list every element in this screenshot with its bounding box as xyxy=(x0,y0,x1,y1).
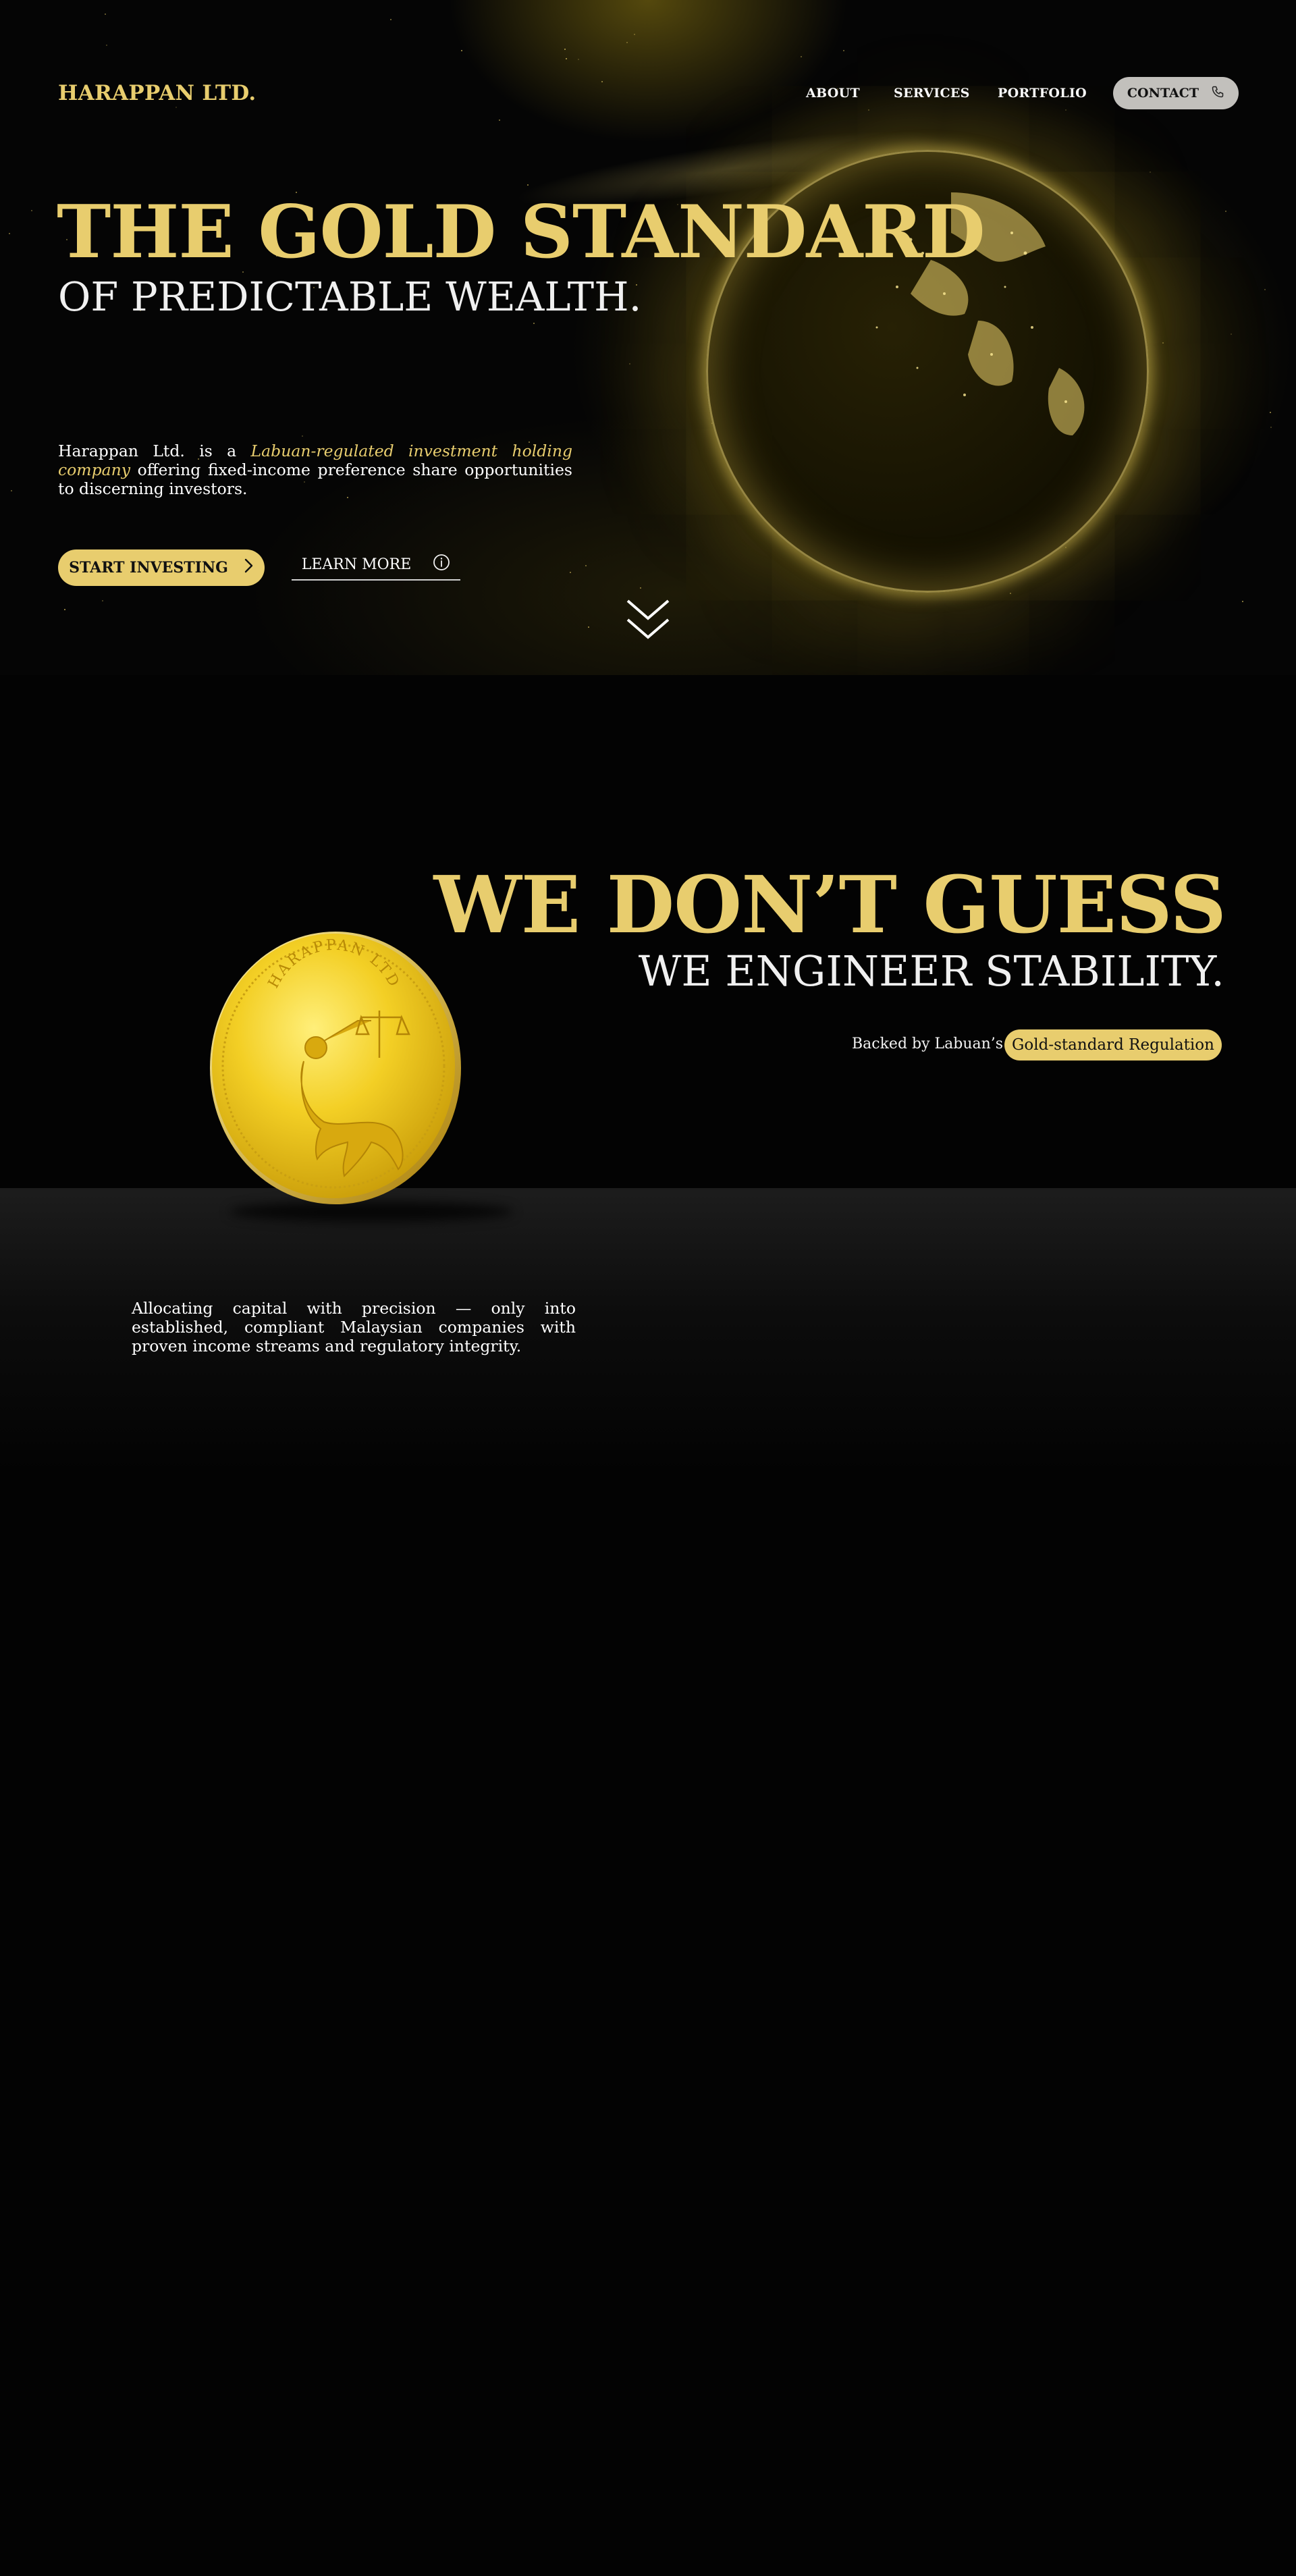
hero-subtitle: OF PREDICTABLE WEALTH. xyxy=(58,273,642,320)
gold-coin-image: HARAPPAN LTD xyxy=(202,926,466,1210)
brand-logo[interactable]: HARAPPAN LTD. xyxy=(58,81,256,105)
star-particle xyxy=(102,600,104,602)
star-particle xyxy=(639,587,641,589)
allocation-description: Allocating capital with precision — only… xyxy=(132,1299,576,1356)
star-particle xyxy=(1162,342,1164,344)
star-particle xyxy=(628,363,630,365)
lead-text-pre: Harappan Ltd. is a xyxy=(58,441,251,460)
lead-text-post: offering fixed-income preference share o… xyxy=(58,460,572,498)
learn-more-button[interactable]: LEARN MORE xyxy=(292,549,460,581)
hero-description: Harappan Ltd. is a Labuan-regulated inve… xyxy=(58,441,572,498)
chevron-right-icon xyxy=(243,558,254,578)
nav-services[interactable]: SERVICES xyxy=(894,86,970,101)
star-particle xyxy=(389,19,392,21)
regulation-badge: Gold-standard Regulation xyxy=(1004,1029,1222,1061)
star-particle xyxy=(301,435,303,437)
star-particle xyxy=(533,322,535,324)
star-particle xyxy=(1231,333,1233,335)
star-particle xyxy=(800,55,802,57)
star-particle xyxy=(1149,171,1151,173)
star-particle xyxy=(566,57,568,59)
star-particle xyxy=(1269,411,1271,413)
star-particle xyxy=(499,119,501,121)
star-particle xyxy=(11,490,13,492)
phone-icon xyxy=(1211,85,1224,102)
double-chevron-down-icon[interactable] xyxy=(624,597,672,644)
star-particle xyxy=(1264,288,1266,290)
star-particle xyxy=(577,58,579,60)
star-particle xyxy=(9,233,11,235)
star-particle xyxy=(626,41,628,43)
learn-more-label: LEARN MORE xyxy=(301,556,412,573)
star-particle xyxy=(601,81,603,83)
star-particle xyxy=(175,107,177,108)
info-icon xyxy=(433,554,450,575)
nav-portfolio[interactable]: PORTFOLIO xyxy=(998,86,1087,101)
backed-by-text: Backed by Labuan’s xyxy=(852,1036,1004,1052)
star-particle xyxy=(64,608,66,610)
star-particle xyxy=(105,14,107,16)
start-investing-label: START INVESTING xyxy=(69,559,228,576)
section-subtitle: WE ENGINEER STABILITY. xyxy=(638,946,1224,996)
hero-section: HARAPPAN LTD. ABOUT SERVICES PORTFOLIO C… xyxy=(0,0,1296,675)
star-particle xyxy=(460,50,462,52)
contact-button[interactable]: CONTACT xyxy=(1113,77,1239,109)
star-particle xyxy=(106,44,108,46)
star-particle xyxy=(30,209,32,211)
star-particle xyxy=(1270,427,1272,429)
star-particle xyxy=(569,572,571,574)
star-particle xyxy=(1224,210,1226,212)
section-title: WE DON’T GUESS xyxy=(433,859,1226,951)
star-particle xyxy=(587,626,589,628)
star-particle xyxy=(1241,600,1243,602)
star-particle xyxy=(564,49,566,51)
star-particle xyxy=(868,109,870,111)
star-particle xyxy=(585,565,587,567)
star-particle xyxy=(633,33,635,35)
star-particle xyxy=(1009,593,1011,595)
contact-label: CONTACT xyxy=(1127,86,1199,101)
start-investing-button[interactable]: START INVESTING xyxy=(58,549,265,586)
nav-about[interactable]: ABOUT xyxy=(806,86,860,101)
star-particle xyxy=(843,49,845,51)
hero-title: THE GOLD STANDARD xyxy=(57,190,986,275)
star-particle xyxy=(1065,109,1067,111)
star-particle xyxy=(526,184,529,186)
